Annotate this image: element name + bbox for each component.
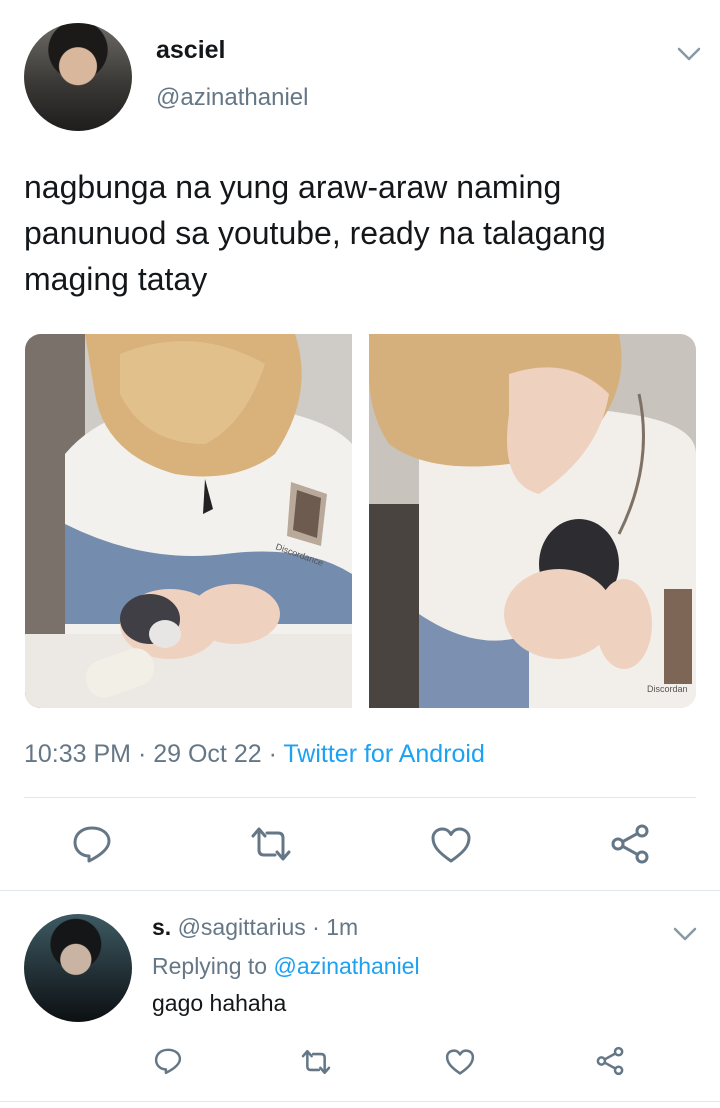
share-icon[interactable] (595, 1046, 625, 1076)
share-icon[interactable] (609, 824, 651, 864)
replying-to-handle[interactable]: @azinathaniel (273, 953, 419, 979)
replying-to: Replying to @azinathaniel (152, 953, 420, 980)
tweet-date[interactable]: 29 Oct 22 (153, 740, 261, 768)
tweet-time[interactable]: 10:33 PM (24, 740, 131, 768)
reply-time[interactable]: 1m (326, 914, 358, 940)
author-handle[interactable]: @azinathaniel (156, 84, 308, 112)
reply-icon[interactable] (154, 1047, 182, 1075)
reply-author-handle[interactable]: @sagittarius (178, 914, 306, 940)
meta-separator: · (131, 740, 154, 768)
like-icon[interactable] (445, 1048, 475, 1076)
reply-icon[interactable] (72, 824, 112, 864)
tweet-text: nagbunga na yung araw-araw naming panunu… (24, 169, 606, 297)
chevron-down-icon[interactable] (676, 44, 702, 64)
tweet-photo-1[interactable]: Discordance (25, 334, 352, 708)
reply-text: gago hahaha (152, 990, 287, 1016)
reply-header: s. @sagittarius · 1m (152, 914, 358, 941)
retweet-icon[interactable] (300, 1049, 332, 1075)
shirt-print-text: Discordan (647, 684, 688, 694)
reply-author-display-name[interactable]: s. (152, 914, 171, 940)
like-icon[interactable] (430, 826, 472, 864)
meta-separator: · (261, 740, 284, 768)
retweet-icon[interactable] (249, 826, 293, 862)
divider (0, 890, 720, 891)
tweet-timestamp-source: 10:33 PM · 29 Oct 22 · Twitter for Andro… (24, 740, 485, 769)
author-avatar[interactable] (24, 23, 132, 131)
tweet-source-link[interactable]: Twitter for Android (283, 740, 484, 768)
tweet-photo-2[interactable]: Discordan (369, 334, 696, 708)
replying-to-label: Replying to (152, 953, 274, 979)
divider (24, 797, 696, 798)
author-display-name[interactable]: asciel (156, 36, 226, 65)
chevron-down-icon[interactable] (672, 924, 698, 944)
divider (0, 1101, 720, 1102)
reply-author-avatar[interactable] (24, 914, 132, 1022)
meta-separator: · (305, 914, 327, 940)
